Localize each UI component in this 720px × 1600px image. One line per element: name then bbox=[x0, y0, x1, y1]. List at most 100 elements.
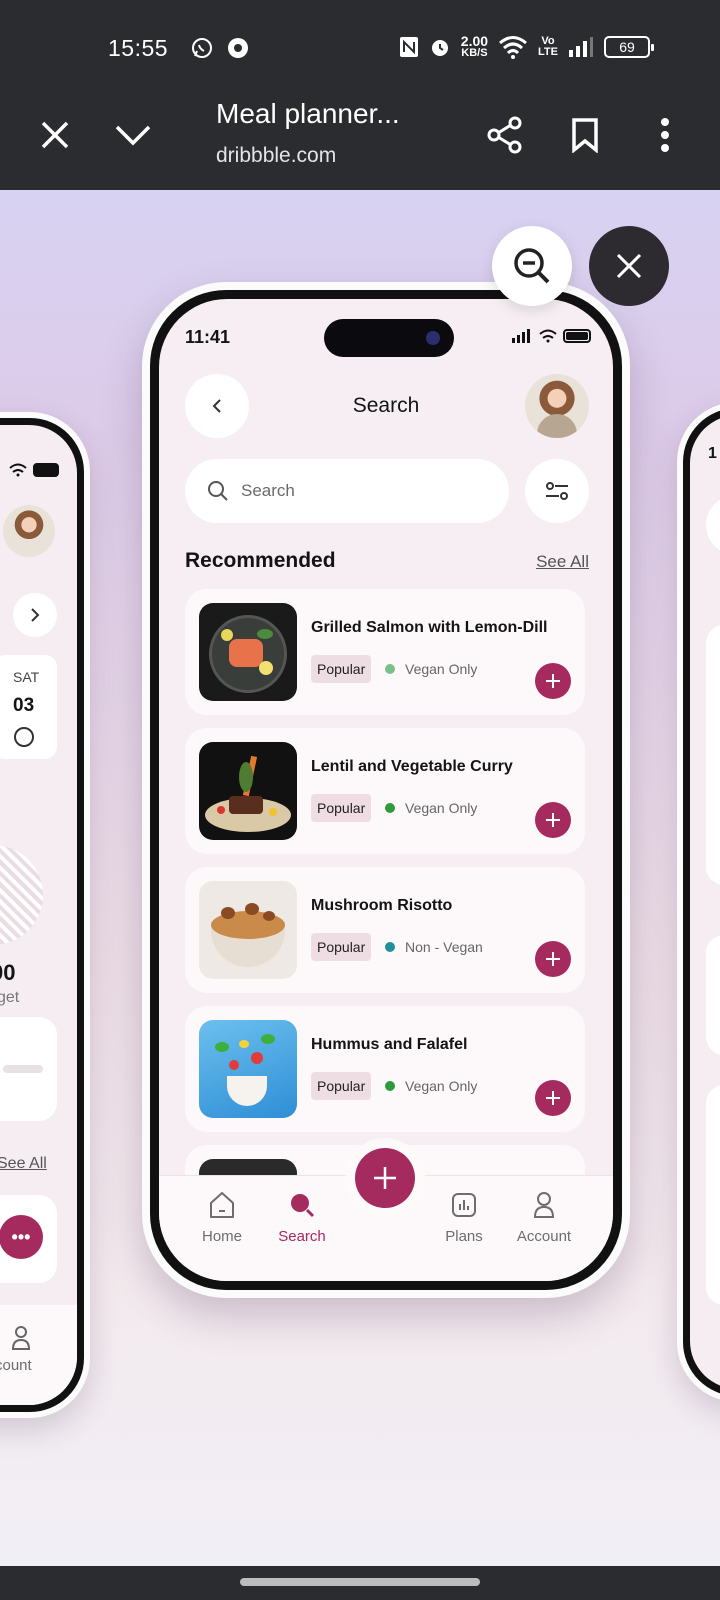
recipe-card[interactable]: Grilled Salmon with Lemon-Dill Popular V… bbox=[185, 589, 585, 715]
recipe-card[interactable]: Mushroom Risotto Popular Non - Vegan bbox=[185, 867, 585, 993]
partial-button bbox=[706, 495, 720, 555]
right-phone-mockup: 1 bbox=[677, 402, 720, 1402]
alarm-icon bbox=[431, 39, 448, 56]
see-all-link[interactable]: See All bbox=[536, 552, 589, 572]
tab-plans[interactable]: Plans bbox=[419, 1190, 509, 1245]
date-label: 03 bbox=[13, 695, 35, 716]
diet-text: Non - Vegan bbox=[405, 939, 483, 955]
list-card: ••• bbox=[0, 1195, 57, 1283]
net-speed-value: 2.00 bbox=[460, 33, 489, 49]
battery-indicator: 69 bbox=[604, 35, 654, 58]
filter-button[interactable] bbox=[525, 459, 589, 523]
chevron-down-icon bbox=[115, 125, 151, 146]
close-icon bbox=[616, 253, 642, 279]
home-gesture-handle[interactable] bbox=[240, 1578, 480, 1586]
plus-icon bbox=[546, 952, 560, 966]
recipe-image bbox=[199, 603, 297, 701]
budget-caption: get bbox=[0, 989, 20, 1006]
diet-label: Non - Vegan bbox=[385, 939, 483, 955]
add-meal-fab[interactable] bbox=[355, 1148, 415, 1208]
recipe-card[interactable]: Hummus and Falafel Popular Vegan Only bbox=[185, 1006, 585, 1132]
close-viewer-button[interactable] bbox=[589, 226, 669, 306]
filter-sliders-icon bbox=[546, 482, 568, 500]
search-icon bbox=[291, 1194, 315, 1218]
diet-label: Vegan Only bbox=[385, 1078, 477, 1094]
budget-value: 00 bbox=[0, 960, 16, 985]
main-phone-mockup: 11:41 Search Search Recommended See All … bbox=[142, 282, 630, 1298]
diet-text: Vegan Only bbox=[405, 800, 478, 816]
battery-icon bbox=[33, 463, 59, 477]
signal-icon bbox=[512, 329, 530, 343]
status-time: 15:55 bbox=[108, 35, 169, 61]
plus-icon bbox=[546, 1091, 560, 1105]
tab-home[interactable]: Home bbox=[177, 1190, 267, 1245]
system-navigation-bar bbox=[0, 1566, 720, 1600]
notification-icons bbox=[190, 36, 250, 60]
android-status-bar: 15:55 2.00 KB/S Vo LTE 69 bbox=[0, 0, 720, 86]
add-recipe-button[interactable] bbox=[535, 663, 571, 699]
battery-icon bbox=[563, 329, 591, 343]
recipe-name: Lentil and Vegetable Curry bbox=[311, 758, 513, 775]
zoom-out-button[interactable] bbox=[492, 226, 572, 306]
home-icon bbox=[210, 1192, 234, 1218]
recipe-image bbox=[199, 742, 297, 840]
diet-text: Vegan Only bbox=[405, 661, 478, 677]
page-domain: dribbble.com bbox=[216, 144, 337, 167]
chart-icon bbox=[452, 1193, 476, 1217]
tab-search-label: Search bbox=[278, 1228, 326, 1245]
progress-ring bbox=[0, 845, 43, 945]
see-all-link[interactable]: See All bbox=[0, 1155, 47, 1173]
more-options-button[interactable] bbox=[640, 110, 690, 160]
signal-icon bbox=[569, 36, 593, 57]
bookmark-button[interactable] bbox=[560, 110, 610, 160]
chevron-right-icon bbox=[31, 608, 40, 622]
wifi-icon bbox=[9, 463, 27, 477]
recipe-name: Mushroom Risotto bbox=[311, 897, 453, 914]
partial-card bbox=[706, 935, 720, 1055]
recipe-name: Hummus and Falafel bbox=[311, 1036, 468, 1053]
partial-card bbox=[706, 625, 720, 885]
bottom-tab-bar: Home Search Plans Account bbox=[159, 1148, 613, 1281]
tab-plans-label: Plans bbox=[445, 1228, 483, 1245]
avatar bbox=[3, 505, 55, 557]
volte-top: Vo bbox=[541, 34, 555, 47]
dynamic-island bbox=[324, 319, 454, 357]
add-recipe-button[interactable] bbox=[535, 941, 571, 977]
more-button[interactable]: ••• bbox=[0, 1215, 43, 1259]
popular-tag: Popular bbox=[311, 933, 372, 961]
account-tab-label[interactable]: count bbox=[0, 1357, 32, 1374]
day-label: SAT bbox=[13, 669, 40, 685]
minimize-button[interactable] bbox=[108, 110, 158, 160]
phone-time: 11:41 bbox=[185, 327, 231, 347]
recipe-image bbox=[199, 881, 297, 979]
share-icon bbox=[487, 116, 522, 154]
plus-icon bbox=[374, 1167, 396, 1189]
close-tab-button[interactable] bbox=[30, 110, 80, 160]
plus-icon bbox=[546, 674, 560, 688]
search-input[interactable]: Search bbox=[185, 459, 509, 523]
status-circle bbox=[14, 727, 34, 747]
add-recipe-button[interactable] bbox=[535, 1080, 571, 1116]
wifi-icon bbox=[499, 35, 527, 59]
recipe-card[interactable]: Lentil and Vegetable Curry Popular Vegan… bbox=[185, 728, 585, 854]
add-recipe-button[interactable] bbox=[535, 802, 571, 838]
whatsapp-icon bbox=[192, 38, 212, 58]
left-tabbar: count bbox=[0, 1305, 77, 1405]
partial-time: 1 bbox=[708, 445, 717, 462]
next-button[interactable] bbox=[13, 593, 57, 637]
share-button[interactable] bbox=[480, 110, 530, 160]
recipe-name: Grilled Salmon with Lemon-Dill bbox=[311, 619, 548, 636]
diet-label: Vegan Only bbox=[385, 661, 477, 677]
search-screen: 11:41 Search Search Recommended See All … bbox=[159, 299, 613, 1281]
tab-search[interactable]: Search bbox=[257, 1190, 347, 1245]
net-speed-unit: KB/S bbox=[461, 47, 488, 59]
popular-tag: Popular bbox=[311, 655, 372, 683]
avatar[interactable] bbox=[525, 374, 589, 438]
phone-status-icons bbox=[511, 329, 591, 343]
bookmark-icon bbox=[572, 118, 598, 153]
volte-indicator: Vo LTE bbox=[538, 34, 558, 58]
day-card[interactable]: SAT 03 bbox=[0, 655, 57, 759]
diet-label: Vegan Only bbox=[385, 800, 477, 816]
tab-account[interactable]: Account bbox=[499, 1190, 589, 1245]
search-placeholder: Search bbox=[241, 481, 295, 500]
